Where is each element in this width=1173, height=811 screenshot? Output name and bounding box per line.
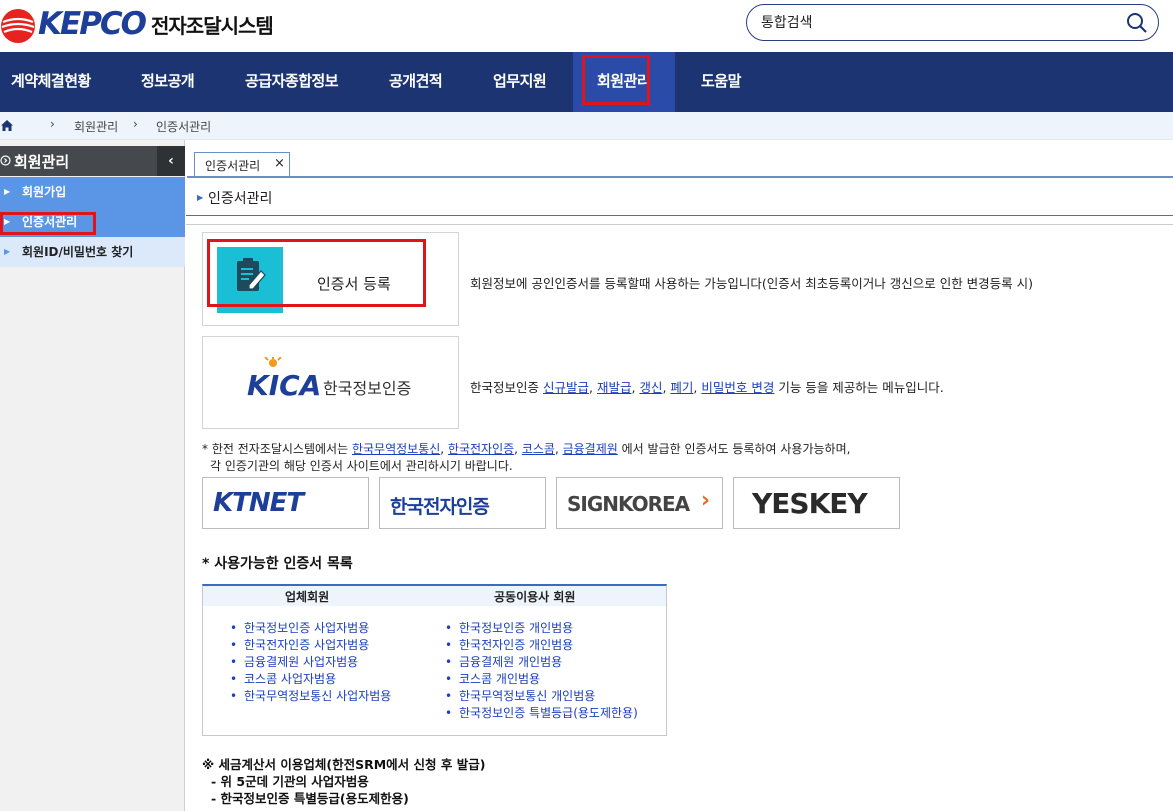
arrow-right-icon: ▶ <box>4 247 11 256</box>
sidebar-collapse-button[interactable]: ‹ <box>157 146 185 176</box>
link-change-password[interactable]: 비밀번호 변경 <box>701 380 774 395</box>
yeskey-logo-button[interactable]: YESKEY <box>733 477 900 529</box>
list-item: 금융결제원 사업자범용 <box>228 654 391 671</box>
tab-underline <box>187 176 1173 178</box>
kica-description: 한국정보인증 신규발급, 재발급, 갱신, 폐기, 비밀번호 변경 기능 등을 … <box>470 380 944 395</box>
nav-item-supplier[interactable]: 공급자종합정보 <box>245 52 339 112</box>
chevron-right-icon: › <box>701 488 711 513</box>
nav-item-help[interactable]: 도움말 <box>701 52 741 112</box>
tax-note-line: - 한국정보인증 특별등급(용도제한용) <box>211 791 409 806</box>
signkorea-logo-button[interactable]: SIGNKOREA › <box>556 477 723 529</box>
sidebar-item-label: 회원가입 <box>22 185 67 199</box>
chevron-right-icon: › <box>50 117 55 131</box>
link-new-issue[interactable]: 신규발급 <box>543 380 589 395</box>
close-icon[interactable]: × <box>274 156 285 171</box>
tab-certificate[interactable]: 인증서관리 × <box>194 152 290 177</box>
list-item: 금융결제원 개인범용 <box>443 654 638 671</box>
circle-arrow-icon <box>0 155 11 166</box>
kica-desc-prefix: 한국정보인증 <box>470 380 540 395</box>
highlight-box-nav <box>582 55 650 105</box>
ktnet-logo-button[interactable]: KTNET <box>202 477 369 529</box>
divider <box>186 224 1173 225</box>
breadcrumb-item-cert[interactable]: 인증서관리 <box>156 118 211 135</box>
nav-item-info[interactable]: 정보공개 <box>141 52 195 112</box>
company-cert-list: 한국정보인증 사업자범용 한국전자인증 사업자범용 금융결제원 사업자범용 코스… <box>228 620 391 705</box>
link-crosscert[interactable]: 한국전자인증 <box>448 442 514 456</box>
link-revoke[interactable]: 폐기 <box>670 380 693 395</box>
notice-prefix: * 한전 전자조달시스템에서는 <box>202 442 349 456</box>
search-icon[interactable] <box>1126 12 1148 34</box>
list-header-joint: 공동이용사 회원 <box>494 590 576 604</box>
content-title: 인증서관리 <box>208 191 273 207</box>
sidebar-item-signup[interactable]: ▶ 회원가입 <box>0 177 185 207</box>
arrow-right-icon: ▶ <box>197 193 204 202</box>
list-item: 한국정보인증 사업자범용 <box>228 620 391 637</box>
kica-logo-text: 한국정보인증 <box>323 379 412 398</box>
home-icon[interactable] <box>0 119 14 132</box>
sidebar: 회원관리 ‹ ▶ 회원가입 ▶ 인증서관리 ▶ 회원ID/비밀번호 찾기 <box>0 140 185 811</box>
search-input[interactable] <box>761 12 1101 34</box>
sidebar-header: 회원관리 ‹ <box>0 146 185 176</box>
kepco-logo-icon[interactable] <box>0 8 36 44</box>
tab-label: 인증서관리 <box>205 159 261 173</box>
sidebar-item-find-id[interactable]: ▶ 회원ID/비밀번호 찾기 <box>0 237 185 267</box>
main-nav: 계약체결현황 정보공개 공급자종합정보 공개견적 업무지원 회원관리 도움말 <box>0 52 1173 112</box>
list-item: 한국전자인증 개인범용 <box>443 637 638 654</box>
sidebar-title: 회원관리 <box>14 153 70 171</box>
breadcrumb-item-member[interactable]: 회원관리 <box>74 118 118 135</box>
link-reissue[interactable]: 재발급 <box>597 380 632 395</box>
system-title: 전자조달시스템 <box>151 14 274 38</box>
nav-item-contracts[interactable]: 계약체결현황 <box>11 52 91 112</box>
breadcrumb: › 회원관리 › 인증서관리 <box>0 112 1173 140</box>
kica-desc-suffix: 기능 등을 제공하는 메뉴입니다. <box>778 380 944 395</box>
signkorea-logo-text: SIGNKOREA <box>567 492 690 516</box>
highlight-box-sidebar <box>0 212 96 235</box>
highlight-box-register <box>207 239 426 307</box>
list-item: 코스콤 사업자범용 <box>228 671 391 688</box>
kica-logo-icon: KICA <box>247 357 321 402</box>
list-item: 한국무역정보통신 개인범용 <box>443 688 638 705</box>
chevron-right-icon: › <box>133 117 138 131</box>
link-yessign[interactable]: 금융결제원 <box>563 442 618 456</box>
link-renew[interactable]: 갱신 <box>639 380 662 395</box>
kepco-logo-text[interactable]: KEPCO <box>38 6 147 42</box>
link-koscom[interactable]: 코스콤 <box>522 442 555 456</box>
header: KEPCO 전자조달시스템 <box>0 0 1173 52</box>
nav-item-quote[interactable]: 공개견적 <box>389 52 443 112</box>
cert-list-box: 업체회원 공동이용사 회원 한국정보인증 사업자범용 한국전자인증 사업자범용 … <box>202 584 667 736</box>
list-item: 한국정보인증 개인범용 <box>443 620 638 637</box>
search-box <box>746 4 1159 41</box>
crosscert-logo-button[interactable]: 한국전자인증 <box>379 477 546 529</box>
register-description: 회원정보에 공인인증서를 등록할때 사용하는 가능입니다(인증서 최초등록이거나… <box>470 276 1034 291</box>
ktnet-logo-text: KTNET <box>213 488 304 518</box>
divider <box>186 215 1173 216</box>
list-item: 한국무역정보통신 사업자범용 <box>228 688 391 705</box>
crosscert-logo-text: 한국전자인증 <box>390 496 490 518</box>
list-item: 한국전자인증 사업자범용 <box>228 637 391 654</box>
notice-suffix: 에서 발급한 인증서도 등록하여 사용가능하며, <box>621 442 851 456</box>
nav-item-support[interactable]: 업무지원 <box>493 52 547 112</box>
notice-line-2: 각 인증기관의 해당 인증서 사이트에서 관리하시기 바랍니다. <box>210 459 513 473</box>
link-ktnet[interactable]: 한국무역정보통신 <box>352 442 440 456</box>
svg-text:KICA: KICA <box>247 369 321 402</box>
notice-line-1: * 한전 전자조달시스템에서는 한국무역정보통신, 한국전자인증, 코스콤, 금… <box>202 442 851 456</box>
sidebar-item-label: 회원ID/비밀번호 찾기 <box>22 245 134 259</box>
arrow-right-icon: ▶ <box>4 187 11 196</box>
list-item: 코스콤 개인범용 <box>443 671 638 688</box>
joint-cert-list: 한국정보인증 개인범용 한국전자인증 개인범용 금융결제원 개인범용 코스콤 개… <box>443 620 638 722</box>
yeskey-logo-text: YESKEY <box>752 487 868 520</box>
list-header-company: 업체회원 <box>285 590 330 604</box>
list-item: 한국정보인증 특별등급(용도제한용) <box>443 705 638 722</box>
cert-list-title: * 사용가능한 인증서 목록 <box>202 556 353 572</box>
cert-list-header: 업체회원 공동이용사 회원 <box>203 586 666 606</box>
kica-card[interactable]: KICA 한국정보인증 <box>202 336 459 429</box>
